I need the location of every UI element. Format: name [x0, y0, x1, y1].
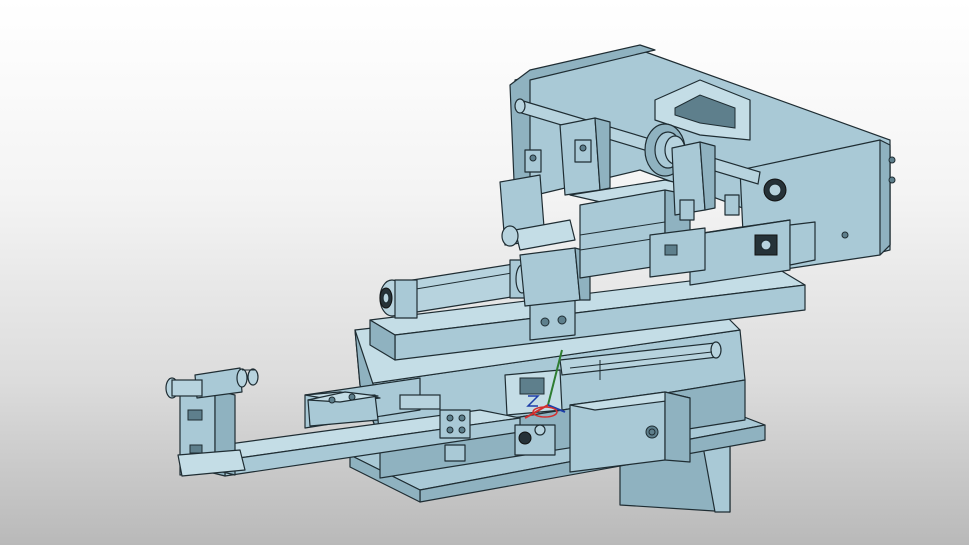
- adjustment-screw: [165, 367, 259, 399]
- clamp-block-left: [649, 227, 706, 278]
- middle-stage-block: [529, 299, 576, 341]
- clamp-block-right: [689, 219, 816, 286]
- cad-assembly-model[interactable]: [0, 0, 969, 545]
- cad-viewport[interactable]: [0, 0, 969, 545]
- lower-fitting: [514, 424, 556, 456]
- end-stop-bracket: [177, 389, 246, 477]
- valve-block: [569, 391, 691, 473]
